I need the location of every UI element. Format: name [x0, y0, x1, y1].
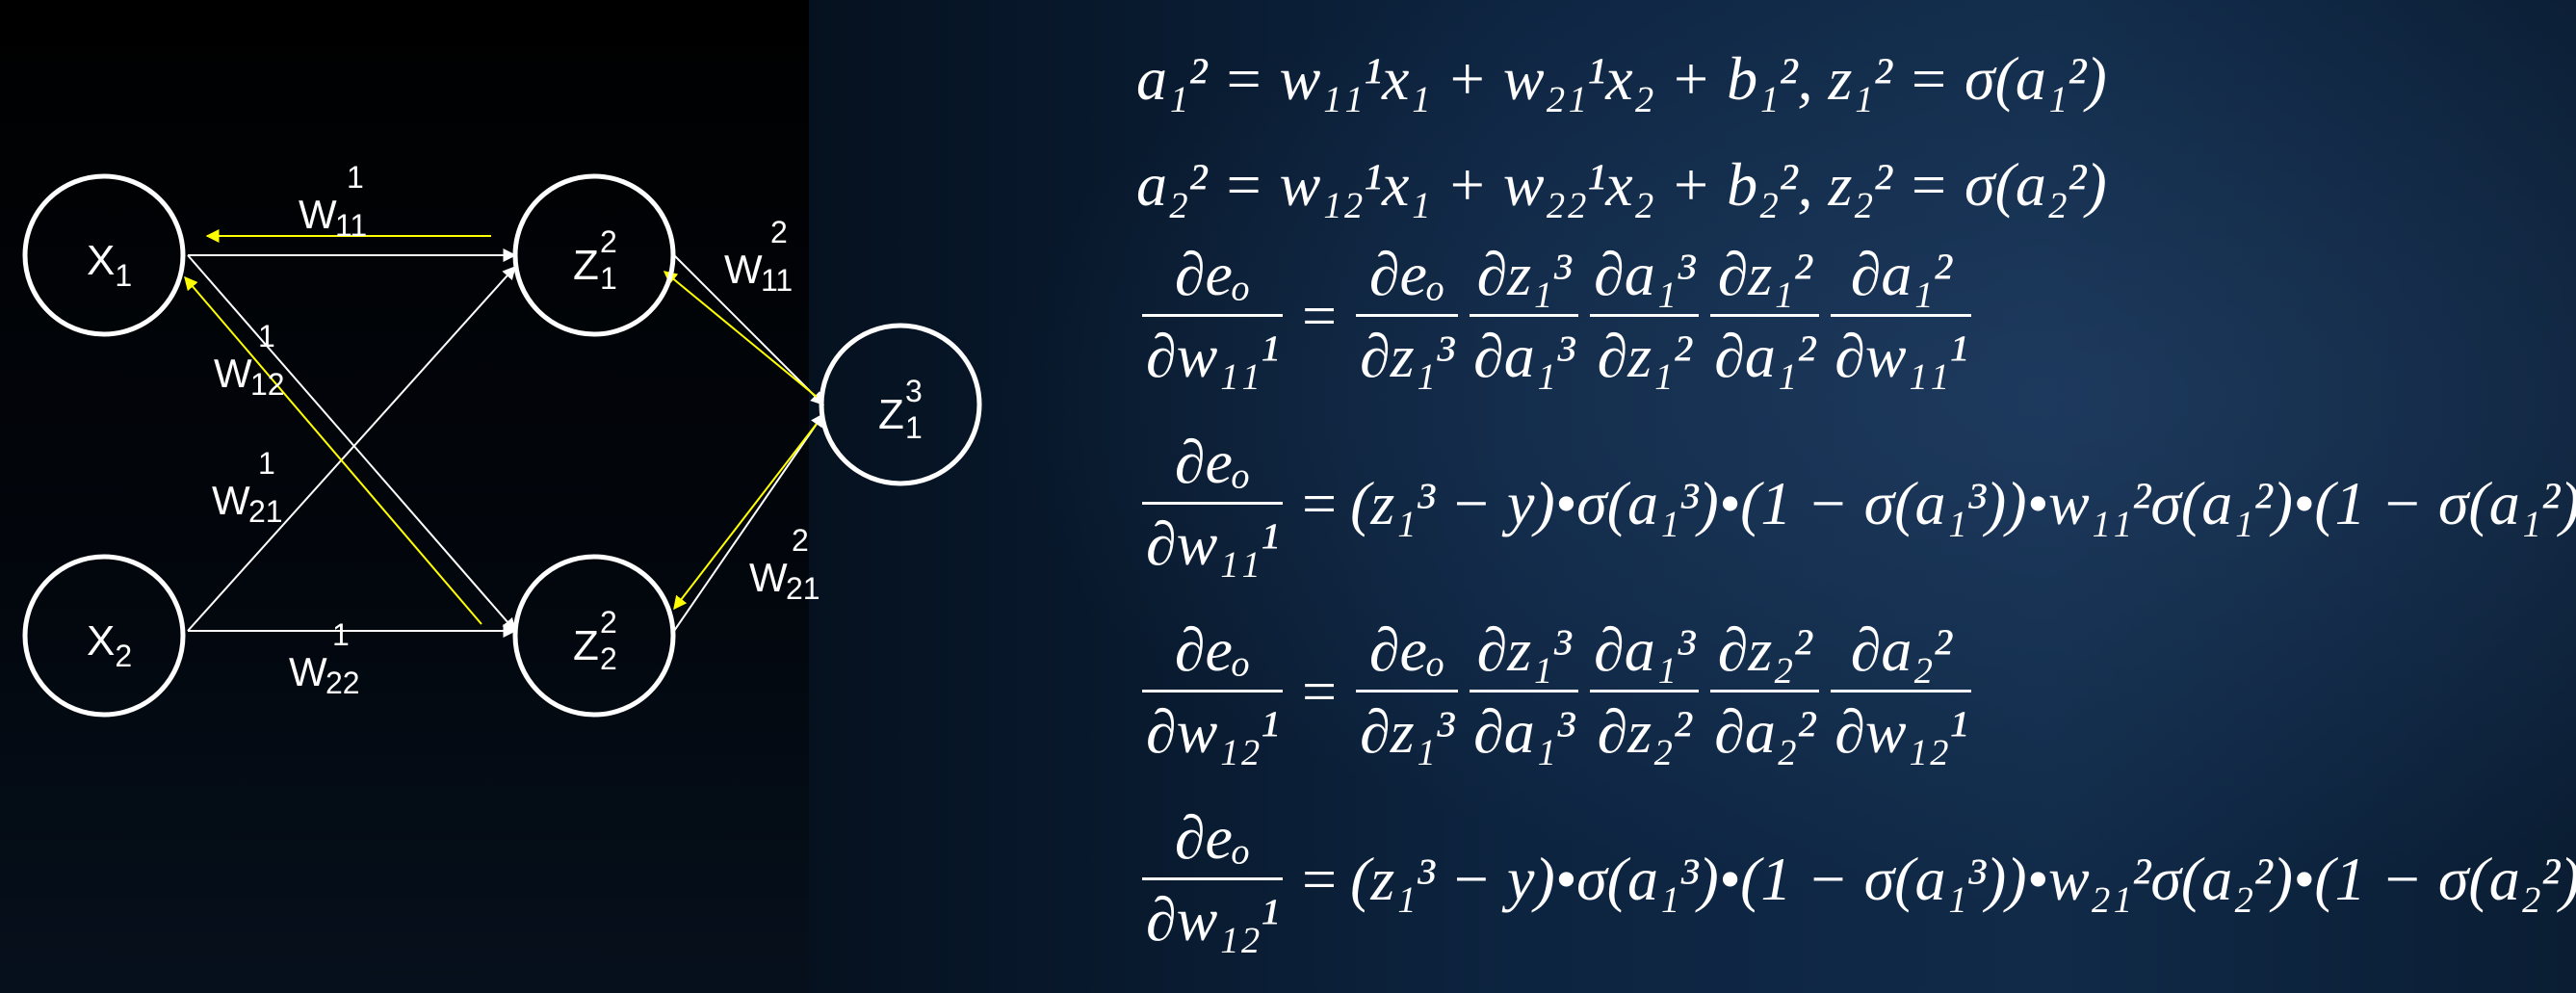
node-z13: Z 3 1	[819, 323, 982, 486]
svg-text:W: W	[299, 192, 337, 237]
svg-text:2: 2	[600, 641, 617, 676]
chain-factors: ∂eₒ ∂z₁³ ∂z₁³ ∂a₁³ ∂a₁³ ∂z₁² ∂z₁² ∂a₁² ∂a₁² ∂…	[1350, 240, 1977, 391]
weight-label-w21-1: 1 W 21	[212, 446, 283, 529]
svg-text:1: 1	[258, 319, 275, 353]
svg-text:Z: Z	[573, 242, 599, 289]
gradient-expression: (z₁³ − y)•σ(a₁³)•(1 − σ(a₁³))•w₂₁²σ(a₂²)…	[1350, 844, 2576, 913]
svg-text:3: 3	[905, 374, 923, 408]
svg-text:X1: X1	[87, 237, 132, 293]
equals-sign: =	[1302, 468, 1338, 537]
svg-text:Z: Z	[573, 622, 599, 669]
svg-text:W: W	[749, 555, 788, 600]
svg-text:W: W	[212, 478, 250, 523]
equation-a1: a₁² = w₁₁¹x₁ + w₂₁¹x₂ + b₁², z₁² = σ(a₁²…	[1136, 48, 2107, 110]
equation-a2: a₂² = w₁₂¹x₁ + w₂₂¹x₂ + b₂², z₂² = σ(a₂²…	[1136, 154, 2107, 216]
svg-text:11: 11	[761, 263, 793, 298]
equation-gradient-w12: ∂eₒ ∂w₁₂¹ = (z₁³ − y)•σ(a₁³)•(1 − σ(a₁³))•…	[1136, 803, 2576, 954]
svg-text:1: 1	[347, 160, 364, 195]
edge-x1-z22	[187, 254, 516, 633]
neural-network-diagram: X1 X2 Z 2 1 Z 2 2 Z 3 1 1 W 11 1 W 12 1 …	[22, 160, 982, 718]
svg-text:W: W	[214, 351, 252, 396]
weight-label-w12-1: 1 W 12	[214, 319, 285, 402]
node-x1: X1	[22, 173, 186, 337]
lhs-fraction: ∂eₒ ∂w₁₁¹	[1142, 428, 1283, 579]
chain-factors: ∂eₒ ∂z₁³ ∂z₁³ ∂a₁³ ∂a₁³ ∂z₂² ∂z₂² ∂a₂² ∂a₂² ∂…	[1350, 615, 1977, 767]
weight-label-w21-2: 2 W 21	[749, 523, 820, 606]
node-z12: Z 2 1	[512, 173, 676, 337]
node-x2: X2	[22, 554, 186, 718]
backprop-edge-z22-x1	[184, 275, 482, 625]
lhs-fraction: ∂eₒ ∂w₁₂¹	[1142, 803, 1283, 954]
svg-text:22: 22	[325, 666, 360, 700]
svg-text:21: 21	[248, 494, 283, 529]
svg-text:X2: X2	[87, 617, 132, 673]
equation-chain-rule-w11: ∂eₒ ∂w₁₁¹ = ∂eₒ ∂z₁³ ∂z₁³ ∂a₁³ ∂a₁³ ∂z₁² ∂z₁…	[1136, 240, 1977, 391]
edge-x2-z12	[187, 265, 516, 632]
weight-label-w11-2: 2 W 11	[724, 215, 793, 298]
svg-text:1: 1	[332, 617, 350, 652]
svg-text:W: W	[289, 649, 327, 694]
svg-text:Z: Z	[878, 391, 904, 438]
svg-text:21: 21	[786, 571, 820, 606]
svg-text:2: 2	[600, 605, 617, 640]
svg-text:1: 1	[600, 261, 617, 296]
equals-sign: =	[1302, 656, 1338, 725]
svg-text:2: 2	[770, 215, 788, 249]
equals-sign: =	[1302, 280, 1338, 350]
svg-text:12: 12	[250, 367, 285, 402]
weight-label-w11-1: 1 W 11	[299, 160, 367, 243]
equation-gradient-w11: ∂eₒ ∂w₁₁¹ = (z₁³ − y)•σ(a₁³)•(1 − σ(a₁³))•…	[1136, 428, 2576, 579]
equation-a1-text: a₁² = w₁₁¹x₁ + w₂₁¹x₂ + b₁², z₁² = σ(a₁²…	[1136, 44, 2107, 113]
lhs-fraction: ∂eₒ ∂w₁₁¹	[1142, 240, 1283, 391]
equals-sign: =	[1302, 844, 1338, 913]
svg-text:1: 1	[258, 446, 275, 481]
svg-text:2: 2	[792, 523, 809, 558]
lhs-fraction: ∂eₒ ∂w₁₂¹	[1142, 615, 1283, 767]
svg-text:2: 2	[600, 224, 617, 259]
svg-text:W: W	[724, 247, 763, 292]
slide: X1 X2 Z 2 1 Z 2 2 Z 3 1 1 W 11 1 W 12 1 …	[0, 0, 2576, 993]
svg-text:11: 11	[335, 208, 367, 243]
svg-text:1: 1	[905, 410, 923, 445]
equation-chain-rule-w12: ∂eₒ ∂w₁₂¹ = ∂eₒ ∂z₁³ ∂z₁³ ∂a₁³ ∂a₁³ ∂z₂² ∂z₂…	[1136, 615, 1977, 767]
weight-label-w22-1: 1 W 22	[289, 617, 360, 700]
node-z22: Z 2 2	[512, 554, 676, 718]
equation-a2-text: a₂² = w₁₂¹x₁ + w₂₂¹x₂ + b₂², z₂² = σ(a₂²…	[1136, 150, 2107, 219]
gradient-expression: (z₁³ − y)•σ(a₁³)•(1 − σ(a₁³))•w₁₁²σ(a₁²)…	[1350, 468, 2576, 537]
